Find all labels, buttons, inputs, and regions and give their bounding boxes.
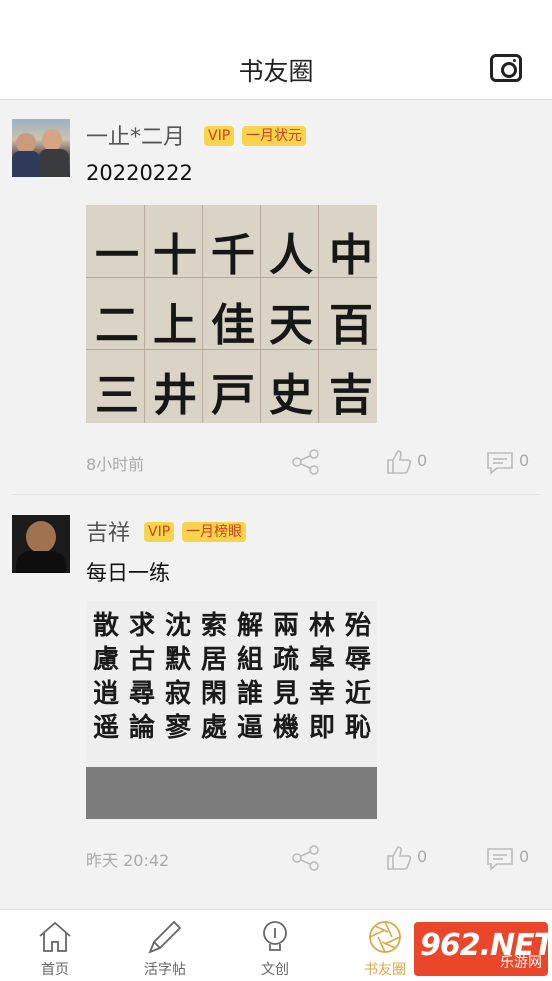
calligraphy-char: 吉 (329, 370, 373, 421)
comment-icon[interactable] (486, 847, 514, 871)
calligraphy-char: 史 (269, 370, 313, 421)
calligraphy-column: 沈默寂寥 (164, 611, 191, 743)
calligraphy-column: 解組誰逼 (236, 611, 263, 743)
tab-label: 文创 (261, 962, 289, 978)
tab-label: 活字帖 (144, 962, 186, 978)
calligraphy-char: 二 (95, 300, 139, 351)
post-text: 20220222 (86, 161, 193, 185)
calligraphy-column: 索居閑處 (200, 611, 227, 743)
avatar[interactable] (12, 515, 70, 573)
post-photo[interactable]: 一 十 千 人 中 二 上 佳 天 百 三 井 戸 史 吉 (86, 205, 377, 423)
comment-count: 0 (519, 451, 530, 470)
post-card: 一止*二月 VIP 一月状元 20220222 一 十 千 人 中 二 上 佳 … (0, 101, 552, 496)
calligraphy-char: 井 (153, 370, 197, 421)
post-photo[interactable]: 散慮逍遥 求古尋論 沈默寂寥 索居閑處 解組誰逼 兩疏見機 林皐幸即 殆辱近恥 (86, 601, 377, 819)
calligraphy-char: 三 (95, 370, 139, 421)
calligraphy-char: 百 (329, 300, 373, 351)
calligraphy-column: 求古尋論 (128, 611, 155, 743)
rank-badge: 一月榜眼 (182, 522, 246, 542)
post-card: 吉祥 VIP 一月榜眼 每日一练 散慮逍遥 求古尋論 沈默寂寥 索居閑處 解組誰… (0, 497, 552, 892)
watermark-subtext: 乐游网 (500, 955, 542, 971)
tab-creative[interactable]: 文创 (220, 910, 330, 981)
tab-label: 首页 (41, 962, 69, 978)
calligraphy-char: 中 (329, 230, 373, 281)
tab-home[interactable]: 首页 (0, 910, 110, 981)
top-header: 书友圈 (0, 0, 552, 100)
like-count: 0 (417, 847, 428, 866)
like-icon[interactable] (386, 845, 412, 871)
post-time: 昨天 20:42 (86, 851, 170, 870)
bulb-icon (263, 921, 287, 951)
comment-count: 0 (519, 847, 530, 866)
username[interactable]: 吉祥 (86, 515, 130, 547)
share-icon[interactable] (292, 845, 320, 871)
home-icon (39, 921, 71, 952)
vip-badge: VIP (204, 126, 235, 146)
page-title: 书友圈 (238, 57, 314, 86)
calligraphy-char: 人 (269, 230, 313, 281)
divider (12, 494, 540, 495)
calligraphy-column: 散慮逍遥 (92, 611, 119, 743)
calligraphy-char: 戸 (211, 370, 255, 421)
site-watermark-logo: 962.NET 乐游网 (414, 922, 552, 976)
calligraphy-column: 殆辱近恥 (344, 611, 371, 743)
post-time: 8小时前 (86, 455, 145, 474)
tab-brush[interactable]: 活字帖 (110, 910, 220, 981)
calligraphy-char: 上 (153, 300, 197, 351)
calligraphy-column: 兩疏見機 (272, 611, 299, 743)
post-text: 每日一练 (86, 561, 170, 585)
rank-badge: 一月状元 (242, 126, 306, 146)
like-icon[interactable] (386, 449, 412, 475)
calligraphy-char: 天 (269, 300, 313, 351)
brush-icon (148, 920, 182, 954)
calligraphy-char: 一 (95, 230, 139, 281)
calligraphy-column: 林皐幸即 (308, 611, 335, 743)
calligraphy-char: 十 (153, 230, 197, 281)
comment-icon[interactable] (486, 451, 514, 475)
calligraphy-char: 佳 (211, 300, 255, 351)
vip-badge: VIP (144, 522, 175, 542)
calligraphy-char: 千 (211, 230, 255, 281)
aperture-icon (369, 921, 401, 953)
share-icon[interactable] (292, 449, 320, 475)
username[interactable]: 一止*二月 (86, 119, 185, 151)
like-count: 0 (417, 451, 428, 470)
avatar[interactable] (12, 119, 70, 177)
camera-icon[interactable] (490, 54, 522, 82)
